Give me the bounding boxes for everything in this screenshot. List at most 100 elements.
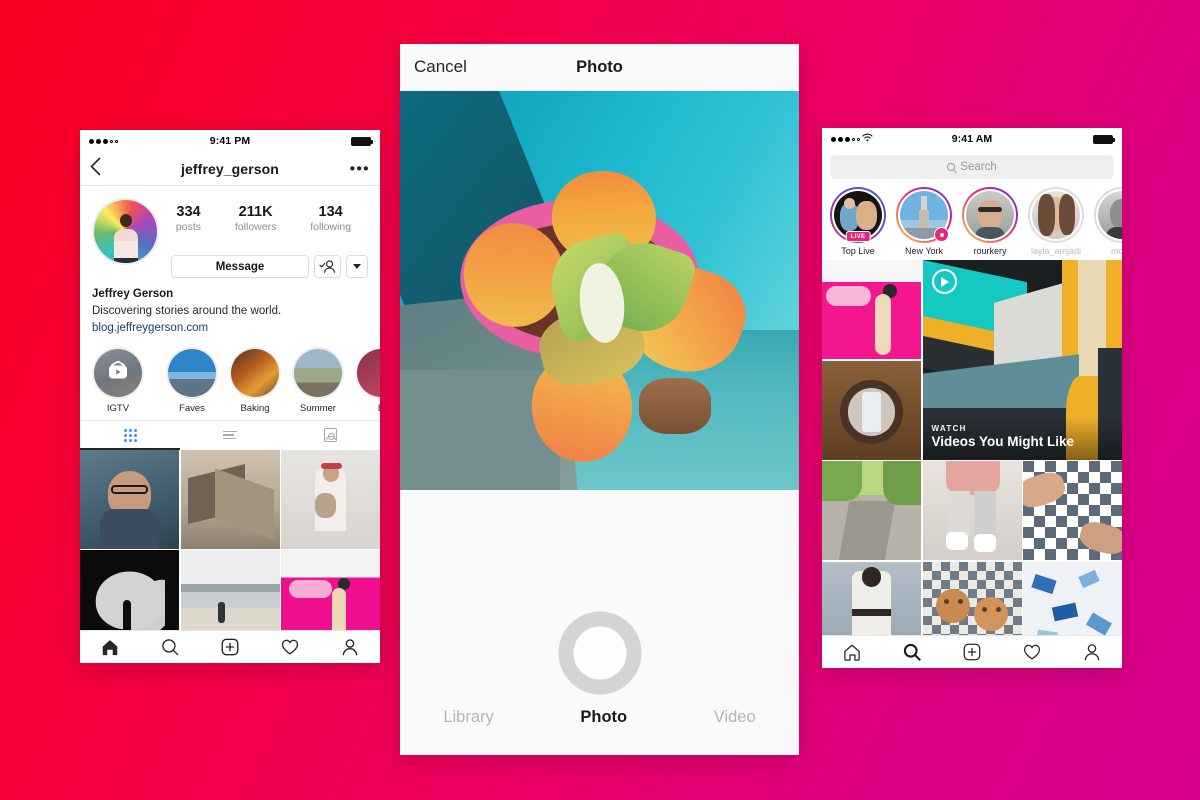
profile-full-name: Jeffrey Gerson (92, 288, 174, 300)
story-highlights: IGTV Faves Baking Summer E (80, 337, 380, 420)
profile-bio: Jeffrey Gerson Discovering stories aroun… (80, 278, 380, 337)
bottom-navigation-left (80, 630, 380, 663)
featured-title: Videos You Might Like (931, 433, 1075, 449)
stat-label: followers (234, 220, 277, 233)
camera-header: Cancel Photo (400, 44, 799, 91)
stat-value: 211K (238, 204, 273, 220)
profile-navbar: jeffrey_gerson ••• (80, 152, 380, 186)
post-thumbnail[interactable] (281, 449, 380, 549)
highlight-label: Baking (240, 402, 270, 414)
more-options-icon[interactable]: ••• (350, 160, 370, 177)
tab-video[interactable]: Video (714, 708, 756, 727)
story-new-york[interactable]: New York (896, 187, 952, 256)
person-icon[interactable] (1082, 642, 1102, 662)
story-label: layla_amjadi (1030, 246, 1082, 256)
tab-list[interactable] (180, 421, 280, 450)
story-layla-amjadi[interactable]: layla_amjadi (1028, 187, 1084, 256)
highlight-label: Faves (179, 402, 205, 414)
featured-video-tile[interactable]: WATCH Videos You Might Like (922, 260, 1122, 460)
stat-value: 134 (318, 204, 343, 220)
stat-followers[interactable]: 211K followers (235, 204, 276, 234)
person-icon[interactable] (340, 637, 360, 657)
profile-photo-grid (80, 449, 380, 650)
tab-photo[interactable]: Photo (580, 708, 627, 727)
explore-grid: WATCH Videos You Might Like (822, 260, 1122, 661)
story-mcan[interactable]: mcan (1094, 187, 1122, 256)
tagged-photos-icon (323, 428, 337, 443)
search-container: Search (822, 150, 1122, 185)
stories-tray: LIVE Top Live New York rourkery layla_am… (822, 185, 1122, 260)
camera-controls: Library Photo Video (400, 490, 799, 755)
status-bar-left: 9:41 PM (80, 130, 380, 152)
profile-link[interactable]: blog.jeffreygerson.com (92, 320, 368, 337)
highlight-label: IGTV (106, 402, 130, 414)
battery-icon (1093, 134, 1115, 144)
search-icon[interactable] (160, 637, 180, 657)
tab-library[interactable]: Library (443, 708, 493, 727)
search-icon (947, 163, 956, 171)
status-time: 9:41 AM (951, 133, 993, 145)
message-button[interactable]: Message (171, 255, 309, 278)
instagram-explore-screen: 9:41 AM Search LIVE Top Live New York ro… (822, 128, 1122, 668)
post-thumbnail[interactable] (180, 449, 280, 549)
highlight-igtv[interactable]: IGTV (92, 346, 144, 414)
post-thumbnail[interactable] (80, 449, 179, 549)
featured-kicker: WATCH (931, 423, 967, 433)
highlight-baking[interactable]: Baking (229, 346, 281, 414)
cancel-button[interactable]: Cancel (414, 57, 467, 77)
page-title: jeffrey_gerson (181, 160, 279, 177)
story-rourkery[interactable]: rourkery (962, 187, 1018, 256)
instagram-profile-screen: 9:41 PM jeffrey_gerson ••• 334 posts 211… (80, 130, 380, 663)
status-bar-right: 9:41 AM (822, 128, 1122, 150)
avatar[interactable] (92, 198, 159, 265)
home-icon[interactable] (842, 642, 862, 662)
stat-following[interactable]: 134 following (310, 204, 351, 234)
plus-square-icon[interactable] (220, 637, 240, 657)
grid-icon (123, 428, 137, 442)
highlight-label: Summer (300, 402, 336, 414)
explore-tile[interactable] (822, 461, 921, 560)
instagram-camera-screen: Cancel Photo Library Photo Video (400, 44, 799, 755)
status-time: 9:41 PM (209, 135, 251, 147)
plus-square-icon[interactable] (962, 642, 982, 662)
heart-icon[interactable] (280, 637, 300, 657)
highlight-summer[interactable]: Summer (292, 346, 344, 414)
tab-grid[interactable] (80, 421, 180, 450)
story-label: mcan (1110, 246, 1122, 256)
live-badge: LIVE (845, 231, 871, 242)
location-pin-icon (934, 227, 949, 242)
explore-tile[interactable] (1023, 461, 1122, 560)
screenshot-stage: 9:41 PM jeffrey_gerson ••• 334 posts 211… (0, 0, 1200, 800)
person-check-icon[interactable] (314, 255, 341, 278)
stat-value: 334 (176, 204, 201, 220)
search-placeholder: Search (960, 161, 997, 173)
stat-label: posts (175, 220, 202, 233)
explore-tile[interactable] (822, 260, 921, 359)
profile-description: Discovering stories around the world. (92, 305, 282, 318)
tab-tagged[interactable] (280, 421, 380, 450)
profile-view-tabs (80, 419, 380, 450)
explore-tile[interactable] (822, 360, 921, 460)
highlight-label: E (355, 403, 380, 414)
explore-tile[interactable] (922, 461, 1022, 560)
bottom-navigation-right (822, 635, 1122, 668)
stat-posts[interactable]: 334 posts (176, 204, 201, 234)
stat-label: following (310, 220, 352, 233)
heart-icon[interactable] (1022, 642, 1042, 662)
story-label: New York (904, 246, 944, 256)
camera-mode-tabs: Library Photo Video (400, 680, 799, 755)
chevron-left-icon[interactable] (90, 157, 101, 180)
camera-preview-photo[interactable] (400, 91, 799, 490)
featured-video-caption: WATCH Videos You Might Like (922, 415, 1122, 460)
chevron-down-icon[interactable] (346, 255, 368, 278)
list-icon (223, 429, 237, 442)
play-icon[interactable] (931, 269, 957, 294)
highlight-extra[interactable]: E (355, 346, 380, 414)
highlight-faves[interactable]: Faves (166, 346, 218, 414)
story-top-live[interactable]: LIVE Top Live (830, 187, 886, 256)
home-icon[interactable] (100, 637, 120, 657)
story-label: rourkery (973, 246, 1007, 256)
search-input[interactable]: Search (830, 155, 1114, 179)
search-icon[interactable] (902, 642, 922, 662)
battery-icon (351, 136, 373, 146)
